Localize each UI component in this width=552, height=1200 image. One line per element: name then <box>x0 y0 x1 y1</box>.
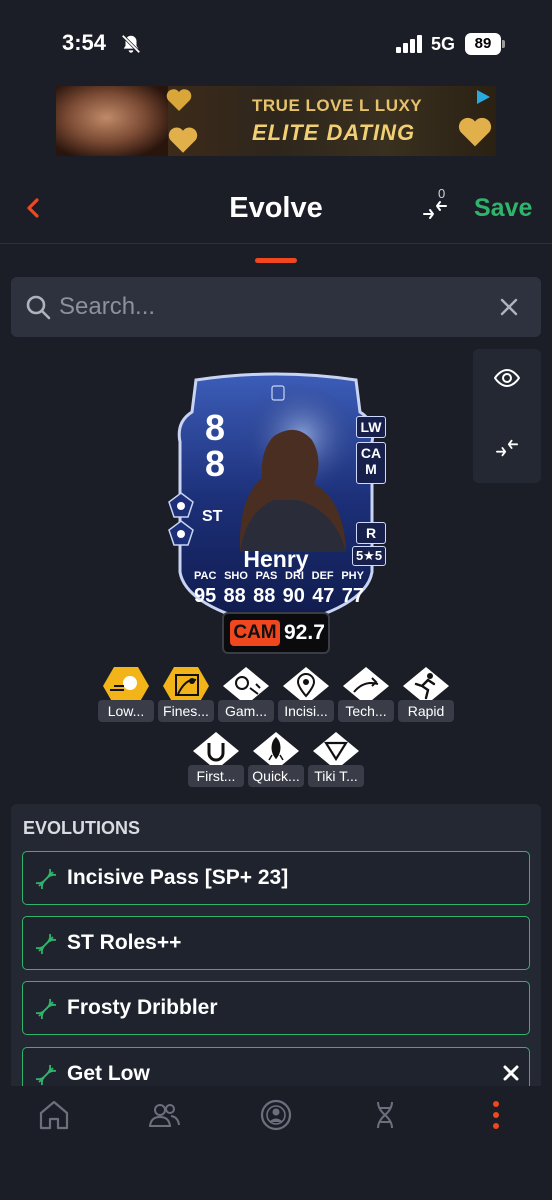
search-icon <box>26 295 51 320</box>
playstyle-item[interactable]: Low... <box>98 666 154 730</box>
preferred-foot: R <box>356 522 386 544</box>
evolution-name: Frosty Dribbler <box>67 996 218 1019</box>
heart-icon <box>458 117 492 147</box>
status-time: 3:54 <box>62 30 107 55</box>
stat-label: PHY <box>341 570 364 582</box>
role-label: CAM <box>230 620 280 646</box>
network-type: 5G <box>431 34 456 54</box>
ad-photo <box>56 86 168 156</box>
heart-icon <box>166 89 192 111</box>
playstyle-plus-icon <box>168 492 194 518</box>
primary-position: ST <box>202 508 223 525</box>
stat-labels: PAC SHO PAS DRI DEF PHY <box>194 570 364 582</box>
playstyle-item[interactable]: Tiki T... <box>308 731 364 795</box>
player-icon[interactable] <box>259 1098 293 1132</box>
ad-choices-icon[interactable] <box>474 88 492 106</box>
evolutions-panel: EVOLUTIONS Incisive Pass [SP+ 23] ST Rol… <box>11 804 541 1104</box>
playstyle-label: Low... <box>98 700 154 722</box>
evolution-name: ST Roles++ <box>67 931 182 954</box>
playstyle-item[interactable]: Rapid <box>398 666 454 730</box>
clear-icon[interactable] <box>499 297 519 317</box>
stat-values: 95 88 88 90 47 77 <box>194 585 364 608</box>
stat-value: 88 <box>223 585 246 607</box>
playstyle-item[interactable]: Gam... <box>218 666 274 730</box>
heart-icon <box>168 127 198 153</box>
evolution-name: Get Low <box>67 1062 150 1085</box>
squad-icon[interactable] <box>147 1098 181 1132</box>
rating-digit: 8 <box>204 443 226 484</box>
playstyle-label: Fines... <box>158 700 214 722</box>
page-title: Evolve <box>229 192 323 224</box>
evolutions-heading: EVOLUTIONS <box>23 818 141 838</box>
role-rating-badge[interactable]: CAM 92.7 <box>222 612 330 654</box>
search-input[interactable] <box>59 287 479 327</box>
evolution-icon[interactable] <box>368 1098 402 1132</box>
save-button[interactable]: Save <box>474 194 532 223</box>
bottom-nav <box>0 1086 552 1200</box>
stat-value: 90 <box>282 585 305 607</box>
playstyle-label: Gam... <box>218 700 274 722</box>
battery-icon: 89 <box>465 33 501 55</box>
playstyle-label: Incisi... <box>278 700 334 722</box>
stat-value: 77 <box>341 585 364 607</box>
playstyle-item[interactable]: Tech... <box>338 666 394 730</box>
dna-icon <box>35 998 57 1020</box>
alt-position-lw: LW <box>356 416 386 438</box>
compare-icon[interactable] <box>422 198 448 222</box>
battery-tip <box>502 40 505 48</box>
evolution-item[interactable]: ST Roles++ <box>22 916 530 970</box>
home-icon[interactable] <box>37 1098 71 1132</box>
playstyle-plus-icon <box>168 520 194 546</box>
stat-value: 88 <box>253 585 276 607</box>
playstyle-label: Rapid <box>398 700 454 722</box>
stat-label: DRI <box>285 570 304 582</box>
playstyle-item[interactable]: Fines... <box>158 666 214 730</box>
stat-label: SHO <box>224 570 248 582</box>
ad-tagline: ELITE DATING <box>252 120 416 145</box>
compare-count: 0 <box>438 186 446 201</box>
evolution-item[interactable]: Incisive Pass [SP+ 23] <box>22 851 530 905</box>
playstyle-label: Tech... <box>338 700 394 722</box>
player-card[interactable]: 8 8 ST LW CA M R 5★5 Henry PAC SHO PAS D… <box>168 372 386 634</box>
status-bar: 3:54 5G 89 <box>0 0 552 80</box>
alt-position-cam: CA M <box>356 442 386 484</box>
search-bar <box>11 277 541 337</box>
top-bar: Evolve 0 Save <box>0 176 552 244</box>
stat-label: DEF <box>311 570 334 582</box>
ad-banner[interactable]: TRUE LOVE L LUXY ELITE DATING <box>56 86 496 156</box>
bell-muted-icon <box>121 34 141 54</box>
tab-indicator <box>255 258 297 263</box>
player-name: Henry <box>243 546 309 572</box>
playstyle-label: Quick... <box>248 765 304 787</box>
stat-value: 95 <box>194 585 217 607</box>
dna-icon <box>35 933 57 955</box>
signal-icon <box>396 35 422 53</box>
eye-icon[interactable] <box>494 367 520 389</box>
role-rating: 92.7 <box>284 621 325 644</box>
overall-rating: 8 8 <box>202 410 228 482</box>
rating-digit: 8 <box>204 407 226 448</box>
playstyle-item[interactable]: Quick... <box>248 731 304 795</box>
stat-label: PAC <box>194 570 217 582</box>
stat-label: PAS <box>255 570 278 582</box>
playstyle-item[interactable]: First... <box>188 731 244 795</box>
side-tools <box>473 349 541 483</box>
remove-icon[interactable] <box>503 1065 519 1081</box>
dna-icon <box>35 1064 57 1086</box>
playstyle-label: First... <box>188 765 244 787</box>
compare-icon[interactable] <box>495 437 519 459</box>
ad-headline: TRUE LOVE L LUXY <box>252 96 423 115</box>
dna-icon <box>35 868 57 890</box>
more-icon[interactable] <box>479 1098 513 1132</box>
playstyle-item[interactable]: Incisi... <box>278 666 334 730</box>
stat-value: 47 <box>312 585 335 607</box>
playstyle-label: Tiki T... <box>308 765 364 787</box>
evolution-item[interactable]: Frosty Dribbler <box>22 981 530 1035</box>
evolution-name: Incisive Pass [SP+ 23] <box>67 866 289 889</box>
